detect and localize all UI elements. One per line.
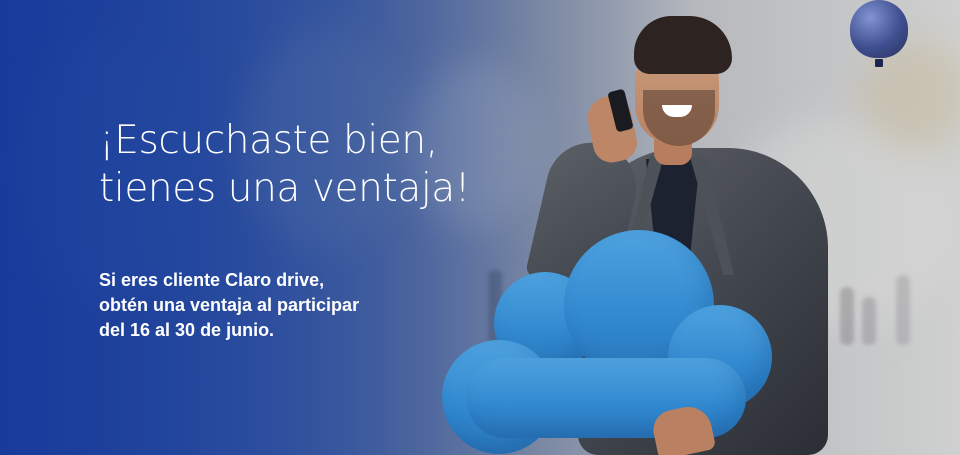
hero-banner: ¡Escuchaste bien, tienes una ventaja! Si… xyxy=(0,0,960,455)
subtext-line-3: del 16 al 30 de junio. xyxy=(99,320,275,340)
headline-line-1: ¡Escuchaste bien, xyxy=(99,118,438,163)
blue-gradient-overlay xyxy=(0,0,960,455)
headline-line-2: tienes una ventaja! xyxy=(99,166,471,211)
subtext-line-2: obtén una ventaja al participar xyxy=(99,295,360,315)
banner-headline: ¡Escuchaste bien, tienes una ventaja! xyxy=(99,117,470,213)
banner-subtext: Si eres cliente Claro drive, obtén una v… xyxy=(99,268,359,343)
subtext-line-1: Si eres cliente Claro drive, xyxy=(99,270,325,290)
